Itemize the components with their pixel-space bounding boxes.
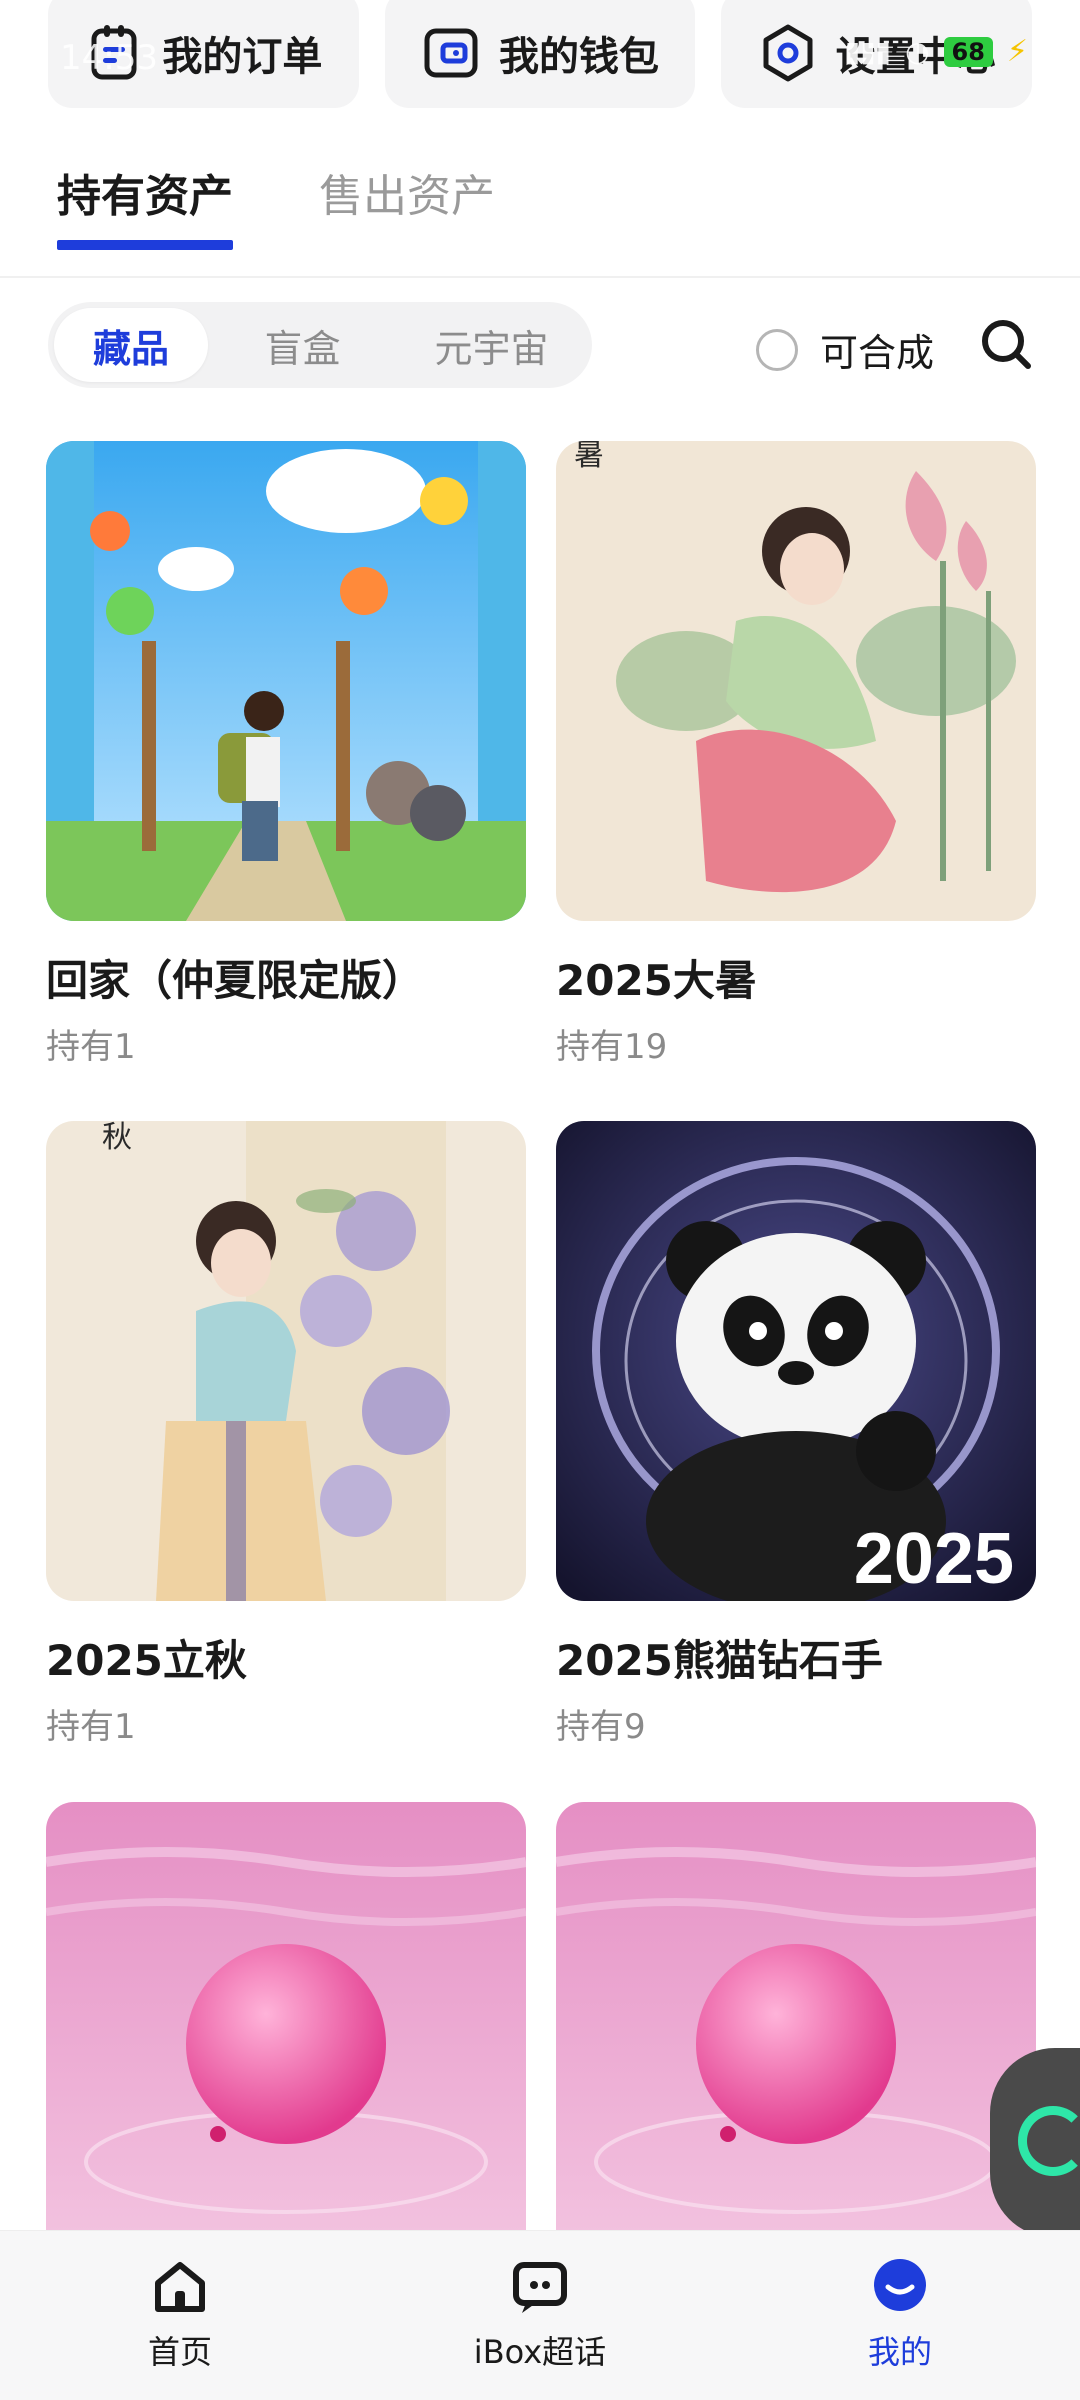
my-wallet-label: 我的钱包 [499, 34, 659, 80]
collectible-image [46, 441, 526, 921]
tab-indicator [57, 240, 233, 250]
divider [0, 276, 1080, 278]
collectible-owned-count: 持有1 [46, 1707, 136, 1747]
my-wallet-button[interactable]: 我的钱包 [384, 0, 696, 108]
segment-metaverse[interactable]: 元宇宙 [397, 308, 586, 382]
category-segment: 藏品 盲盒 元宇宙 [48, 302, 592, 388]
status-indicators: ▮▮▮ ◔ 68 ⚡ [845, 34, 1028, 69]
seal-character: 秋 [102, 1121, 132, 1155]
wallet-icon [424, 28, 478, 78]
collectible-image [556, 1802, 1036, 2282]
settings-icon [763, 24, 813, 82]
nav-mine[interactable]: 我的 [720, 2231, 1080, 2400]
nav-ibox-topics-label: iBox超话 [473, 2333, 607, 2371]
seal-character: 暑 [574, 441, 604, 473]
collectible-owned-count: 持有9 [556, 1707, 646, 1747]
battery-icon: 68 [943, 36, 993, 67]
collectible-card[interactable]: 回家（仲夏限定版） 持有1 [46, 441, 526, 1067]
collectible-owned-count: 持有1 [46, 1027, 136, 1067]
tab-sold-assets[interactable]: 售出资产 [319, 160, 495, 250]
asset-tabs: 持有资产 售出资产 [57, 160, 495, 250]
collectible-card[interactable]: 2025 2025熊猫钻石手 持有9 [556, 1121, 1036, 1747]
collectible-image: 秋 [46, 1121, 526, 1601]
collectible-title: 2025熊猫钻石手 [556, 1636, 883, 1685]
collectible-image [46, 1802, 526, 2282]
nav-home[interactable]: 首页 [0, 2231, 360, 2400]
collectible-card[interactable]: 秋 2025立秋 持有1 [46, 1121, 526, 1747]
nav-mine-label: 我的 [867, 2333, 932, 2371]
status-time: 14:53 [60, 38, 158, 78]
signal-icon: ▮▮▮ [844, 35, 892, 68]
composable-filter[interactable]: 可合成 [756, 322, 934, 377]
segment-collectibles[interactable]: 藏品 [54, 308, 208, 382]
composable-radio[interactable] [756, 328, 798, 371]
profile-icon [874, 2259, 926, 2311]
year-badge: 2025 [854, 1519, 1014, 1599]
segment-blind-box[interactable]: 盲盒 [208, 308, 397, 382]
tab-sold-assets-label: 售出资产 [319, 171, 495, 222]
collectible-owned-count: 持有19 [556, 1027, 668, 1067]
collectible-title: 回家（仲夏限定版） [46, 956, 425, 1005]
floating-service-button[interactable] [990, 2048, 1080, 2238]
my-orders-label: 我的订单 [162, 34, 323, 80]
collectible-image: 2025 [556, 1121, 1036, 1601]
tab-held-assets[interactable]: 持有资产 [57, 160, 233, 250]
nav-home-label: 首页 [147, 2333, 212, 2371]
collectible-title: 2025大暑 [556, 956, 757, 1005]
collectible-card[interactable]: 暑 2025大暑 持有19 [556, 441, 1036, 1067]
charging-icon: ⚡ [1006, 34, 1028, 69]
headset-icon [1018, 2106, 1080, 2176]
collectible-image: 暑 [556, 441, 1036, 921]
wifi-icon: ◔ [905, 35, 930, 68]
search-icon[interactable] [978, 316, 1034, 372]
nav-ibox-topics[interactable]: iBox超话 [360, 2231, 720, 2400]
tab-held-assets-label: 持有资产 [57, 171, 233, 222]
collectible-title: 2025立秋 [46, 1636, 247, 1685]
composable-label: 可合成 [820, 331, 935, 375]
bottom-navigation: 首页 iBox超话 我的 [0, 2230, 1080, 2400]
collectible-card[interactable] [556, 1802, 1036, 2282]
home-icon [155, 2262, 205, 2312]
collectible-card[interactable] [46, 1802, 526, 2282]
chat-icon [513, 2262, 567, 2313]
